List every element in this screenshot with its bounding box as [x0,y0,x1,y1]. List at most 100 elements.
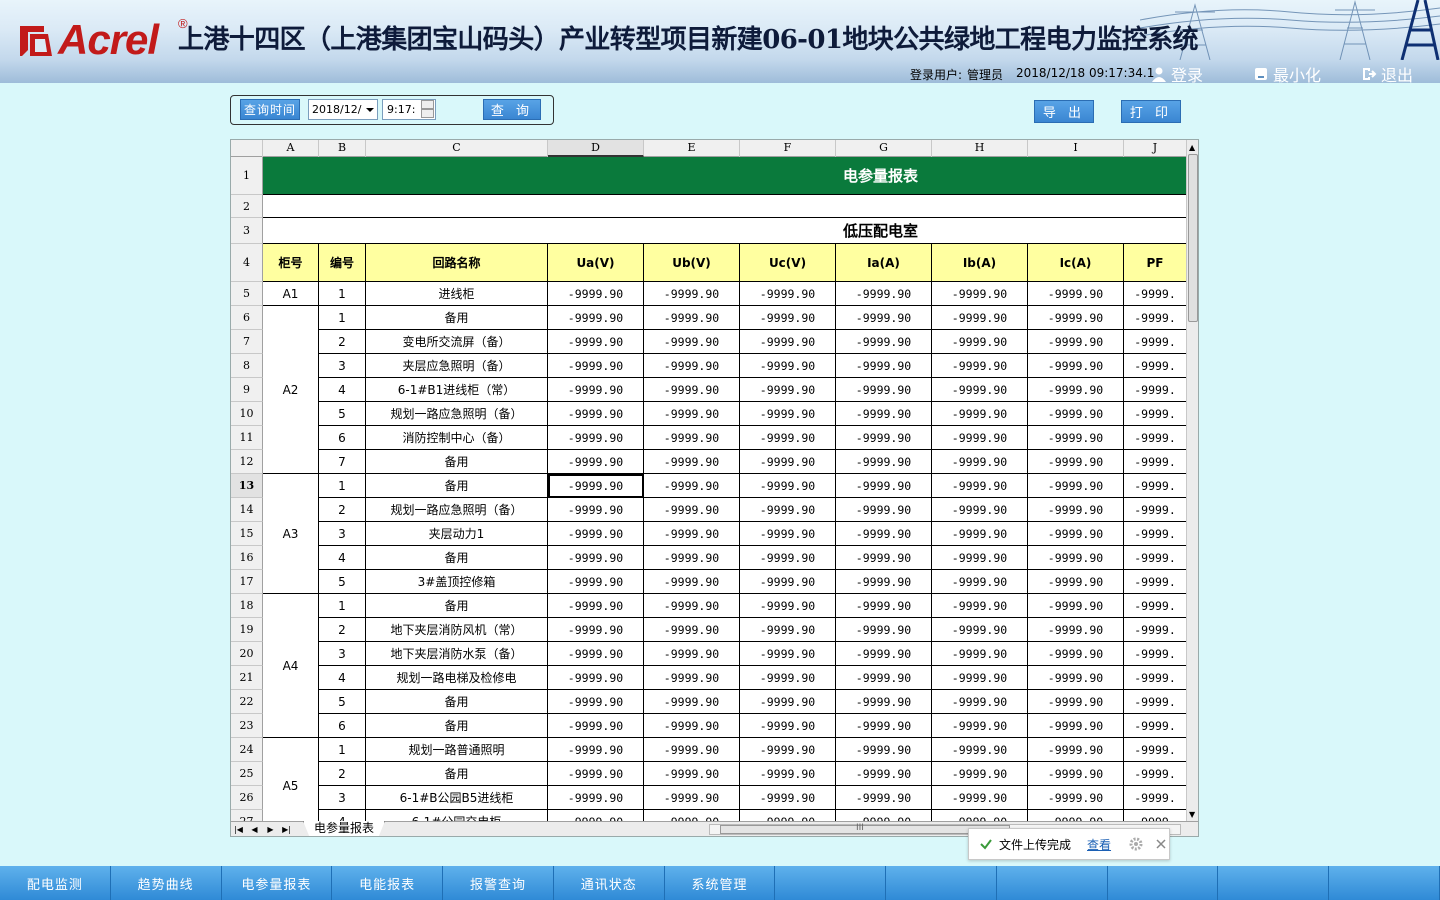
circuit-name-cell[interactable]: 进线柜 [366,282,548,306]
table-header-cell[interactable]: PF [1124,244,1187,282]
value-cell[interactable]: -9999.90 [836,354,932,378]
nav-button[interactable]: 通讯状态 [554,866,665,900]
nav-button[interactable]: 趋势曲线 [111,866,222,900]
item-number-cell[interactable]: 5 [319,402,366,426]
circuit-name-cell[interactable]: 备用 [366,690,548,714]
value-cell[interactable]: -9999.90 [548,498,644,522]
value-cell[interactable]: -9999.90 [548,666,644,690]
value-cell[interactable]: -9999. [1124,570,1187,594]
item-number-cell[interactable]: 1 [319,474,366,498]
value-cell[interactable]: -9999.90 [1028,714,1124,738]
value-cell[interactable]: -9999. [1124,738,1187,762]
item-number-cell[interactable]: 2 [319,618,366,642]
value-cell[interactable]: -9999.90 [548,714,644,738]
value-cell[interactable]: -9999.90 [548,330,644,354]
value-cell[interactable]: -9999.90 [836,546,932,570]
column-header[interactable]: H [932,140,1028,157]
value-cell[interactable]: -9999.90 [1028,762,1124,786]
value-cell[interactable]: -9999. [1124,378,1187,402]
value-cell[interactable]: -9999.90 [740,426,836,450]
value-cell[interactable]: -9999.90 [836,690,932,714]
spin-up-icon[interactable] [421,100,434,109]
circuit-name-cell[interactable]: 备用 [366,762,548,786]
value-cell[interactable]: -9999.90 [740,714,836,738]
circuit-name-cell[interactable]: 6-1#公园交电柜 [366,810,548,821]
circuit-name-cell[interactable]: 夹层应急照明（备） [366,354,548,378]
value-cell[interactable]: -9999.90 [932,450,1028,474]
value-cell[interactable]: -9999.90 [836,498,932,522]
minimize-button[interactable]: 最小化 [1253,62,1321,83]
nav-button-empty[interactable] [1218,866,1330,900]
value-cell[interactable]: -9999.90 [932,522,1028,546]
last-sheet-icon[interactable]: ▶| [281,824,292,835]
value-cell[interactable]: -9999. [1124,714,1187,738]
value-cell[interactable]: -9999.90 [1028,402,1124,426]
nav-button-empty[interactable] [1108,866,1219,900]
row-header[interactable]: 18 [231,594,263,618]
column-header[interactable]: I [1028,140,1124,157]
value-cell[interactable]: -9999.90 [644,306,740,330]
value-cell[interactable]: -9999.90 [836,522,932,546]
value-cell[interactable]: -9999.90 [740,762,836,786]
row-header[interactable]: 25 [231,762,263,786]
value-cell[interactable]: -9999.90 [836,378,932,402]
row-header[interactable]: 1 [231,157,263,195]
view-link[interactable]: 查看 [1087,836,1111,853]
item-number-cell[interactable]: 7 [319,450,366,474]
value-cell[interactable]: -9999. [1124,354,1187,378]
value-cell[interactable]: -9999. [1124,666,1187,690]
column-header[interactable]: A [263,140,319,157]
value-cell[interactable]: -9999.90 [548,522,644,546]
value-cell[interactable]: -9999.90 [932,666,1028,690]
cabinet-cell[interactable]: A2 [263,306,319,474]
value-cell[interactable]: -9999. [1124,498,1187,522]
value-cell[interactable]: -9999.90 [740,690,836,714]
row-header[interactable]: 14 [231,498,263,522]
circuit-name-cell[interactable]: 规划一路应急照明（备） [366,402,548,426]
value-cell[interactable]: -9999. [1124,474,1187,498]
value-cell[interactable]: -9999.90 [836,618,932,642]
table-header-cell[interactable]: 回路名称 [366,244,548,282]
value-cell[interactable]: -9999.90 [740,282,836,306]
close-icon[interactable] [1155,838,1167,850]
value-cell[interactable]: -9999.90 [1028,282,1124,306]
next-sheet-icon[interactable]: ▶ [265,824,276,835]
value-cell[interactable]: -9999.90 [1028,522,1124,546]
value-cell[interactable]: -9999.90 [740,618,836,642]
value-cell[interactable]: -9999.90 [644,690,740,714]
value-cell[interactable]: -9999.90 [644,786,740,810]
search-button[interactable]: 查 询 [483,99,541,120]
value-cell[interactable]: -9999.90 [548,306,644,330]
value-cell[interactable]: -9999.90 [932,426,1028,450]
item-number-cell[interactable]: 1 [319,306,366,330]
value-cell[interactable]: -9999.90 [740,498,836,522]
row-header[interactable]: 4 [231,244,263,282]
prev-sheet-icon[interactable]: ◀ [249,824,260,835]
item-number-cell[interactable]: 5 [319,570,366,594]
value-cell[interactable]: -9999. [1124,642,1187,666]
value-cell[interactable]: -9999. [1124,618,1187,642]
value-cell[interactable]: -9999.90 [1028,786,1124,810]
first-sheet-icon[interactable]: |◀ [233,824,244,835]
gear-icon[interactable] [1129,837,1143,851]
value-cell[interactable]: -9999.90 [836,306,932,330]
row-header[interactable]: 17 [231,570,263,594]
value-cell[interactable]: -9999.90 [740,450,836,474]
report-title[interactable]: 电参量报表 [263,157,1187,195]
table-header-cell[interactable]: Ia(A) [836,244,932,282]
row-header[interactable]: 24 [231,738,263,762]
circuit-name-cell[interactable]: 备用 [366,714,548,738]
item-number-cell[interactable]: 6 [319,426,366,450]
value-cell[interactable]: -9999.90 [1028,450,1124,474]
column-header[interactable]: D [548,140,644,157]
value-cell[interactable]: -9999.90 [932,618,1028,642]
table-header-cell[interactable]: Ib(A) [932,244,1028,282]
value-cell[interactable]: -9999.90 [932,642,1028,666]
table-header-cell[interactable]: Ic(A) [1028,244,1124,282]
value-cell[interactable]: -9999.90 [548,594,644,618]
item-number-cell[interactable]: 2 [319,498,366,522]
value-cell[interactable]: -9999.90 [548,570,644,594]
value-cell[interactable]: -9999.90 [644,810,740,821]
cabinet-cell[interactable]: A4 [263,594,319,738]
circuit-name-cell[interactable]: 备用 [366,450,548,474]
